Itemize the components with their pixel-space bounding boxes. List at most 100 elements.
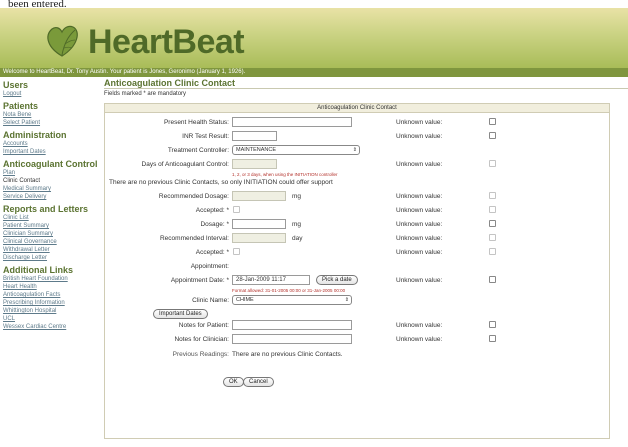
sidebar-item-logout[interactable]: Logout [3,90,101,98]
appointment-date-input[interactable]: 28-Jan-2009 11:17 [232,275,310,285]
form-header: Anticoagulation Clinic Contact [105,104,609,113]
sidebar-item-whittington-hospital[interactable]: Whittington Hospital [3,307,101,315]
sidebar-item-accounts[interactable]: Accounts [3,140,101,148]
sidebar-item-select-patient[interactable]: Select Patient [3,119,101,127]
unknown-label: Unknown value: [396,249,443,256]
unknown-label: Unknown value: [396,322,443,329]
unknown-label: Unknown value: [396,336,443,343]
sidebar-section-title: Reports and Letters [3,204,89,214]
unknown-checkbox-present-health[interactable] [489,118,496,125]
sidebar-section-title: Anticoagulant Control [3,159,98,169]
row-previous-readings: Previous Readings: There are no previous… [105,348,611,361]
accepted-dosage-label: Accepted: * [195,207,229,214]
sidebar-item-ucl[interactable]: UCL [3,315,101,323]
notes-clinician-label: Notes for Clinician: [174,336,229,343]
inr-input[interactable] [232,131,277,141]
row-inr: INR Test Result: Unknown value: [105,130,611,143]
sidebar-section-title: Administration [3,130,67,140]
row-recommended-dosage: Recommended Dosage: mg Unknown value: [105,190,611,203]
accepted-interval-label: Accepted: * [195,249,229,256]
unknown-checkbox-accepted-dosage[interactable] [489,206,496,213]
sidebar-item-heart-health[interactable]: Heart Health [3,283,101,291]
treatment-controller-label: Treatment Controller: [167,147,229,154]
appointment-date-label: Appointment Date: * [170,277,229,284]
sidebar-section-links: Additional Links British Heart Foundatio… [3,265,101,331]
pick-a-date-button[interactable]: Pick a date [316,275,358,285]
sidebar-section-anticoagulant: Anticoagulant Control Plan Clinic Contac… [3,159,101,201]
app-logo-text: HeartBeat [88,23,245,61]
treatment-controller-select[interactable]: MAINTENANCE ⇕ [232,145,360,155]
unknown-checkbox-appointment-date[interactable] [489,276,496,283]
days-control-label: Days of Anticoagulant Control: [141,161,229,168]
sidebar-section-administration: Administration Accounts Important Dates [3,130,101,156]
unknown-label: Unknown value: [396,161,443,168]
unknown-checkbox-notes-patient[interactable] [489,321,496,328]
sidebar-item-anticoagulation-facts[interactable]: Anticoagulation Facts [3,291,101,299]
days-hint: 1, 2, or 3 days, when using the INITIATI… [232,172,338,177]
row-present-health: Present Health Status: Unknown value: [105,116,611,129]
present-health-input[interactable] [232,117,352,127]
cancel-button[interactable]: Cancel [243,377,274,387]
notes-patient-input[interactable] [232,320,352,330]
unknown-checkbox-notes-clinician[interactable] [489,335,496,342]
sidebar-item-withdrawal-letter[interactable]: Withdrawal Letter [3,246,101,254]
clinic-contact-form: Anticoagulation Clinic Contact Present H… [104,103,610,439]
clinic-name-select[interactable]: CHIME ⇕ [232,295,352,305]
accepted-interval-checkbox[interactable] [233,248,240,255]
select-arrows-icon: ⇕ [352,147,357,153]
unknown-label: Unknown value: [396,133,443,140]
heart-leaf-logo-icon [47,25,78,57]
sidebar-item-prescribing-information[interactable]: Prescribing Information [3,299,101,307]
sidebar-item-british-heart-foundation[interactable]: British Heart Foundation [3,275,101,283]
previous-readings-value: There are no previous Clinic Contacts. [232,351,343,358]
notes-clinician-input[interactable] [232,334,352,344]
sidebar-section-patients: Patients Nota Bene Select Patient [3,101,101,127]
sidebar-item-patient-summary[interactable]: Patient Summary [3,222,101,230]
sidebar-item-discharge-letter[interactable]: Discharge Letter [3,254,101,262]
days-control-input[interactable] [232,159,277,169]
accepted-dosage-checkbox[interactable] [233,206,240,213]
inr-label: INR Test Result: [182,133,229,140]
recommended-interval-label: Recommended Interval: [159,235,229,242]
sidebar-item-wessex-cardiac-centre[interactable]: Wessex Cardiac Centre [3,323,101,331]
recommended-dosage-input[interactable] [232,191,286,201]
treatment-controller-value: MAINTENANCE [236,147,277,153]
recommended-interval-input[interactable] [232,233,286,243]
unknown-label: Unknown value: [396,221,443,228]
unknown-checkbox-recommended-dosage[interactable] [489,192,496,199]
sidebar-item-nota-bene[interactable]: Nota Bene [3,111,101,119]
sidebar: Users Logout Patients Nota Bene Select P… [0,78,101,447]
sidebar-item-clinic-contact[interactable]: Clinic Contact [3,177,101,185]
date-format-hint: Format allowed: 31-01-2005 00:00 or 31-J… [232,288,346,293]
dosage-input[interactable] [232,219,286,229]
page-title: Anticoagulation Clinic Contact [104,78,628,89]
sidebar-item-clinician-summary[interactable]: Clinician Summary [3,230,101,238]
sidebar-section-title: Patients [3,101,39,111]
row-recommended-interval: Recommended Interval: day Unknown value: [105,232,611,245]
row-days-control: Days of Anticoagulant Control: Unknown v… [105,158,611,171]
dosage-label: Dosage: * [200,221,229,228]
row-accepted-dosage: Accepted: * Unknown value: [105,204,611,217]
unknown-label: Unknown value: [396,193,443,200]
dosage-unit: mg [292,221,302,228]
sidebar-item-clinical-governance[interactable]: Clinical Governance [3,238,101,246]
mandatory-note: Fields marked * are mandatory [104,91,187,97]
present-health-label: Present Health Status: [163,119,229,126]
sidebar-item-medical-summary[interactable]: Medical Summary [3,185,101,193]
appointment-label: Appointment: [190,263,229,270]
important-dates-button[interactable]: Important Dates [153,309,208,319]
sidebar-item-clinic-list[interactable]: Clinic List [3,214,101,222]
sidebar-item-service-delivery[interactable]: Service Delivery [3,193,101,201]
unknown-checkbox-dosage[interactable] [489,220,496,227]
ok-button[interactable]: OK [223,377,244,387]
row-accepted-interval: Accepted: * Unknown value: [105,246,611,259]
unknown-checkbox-inr[interactable] [489,132,496,139]
unknown-checkbox-recommended-interval[interactable] [489,234,496,241]
sidebar-section-title: Additional Links [3,265,74,275]
sidebar-item-plan[interactable]: Plan [3,169,101,177]
sidebar-section-title: Users [3,80,29,90]
unknown-checkbox-accepted-interval[interactable] [489,248,496,255]
sidebar-item-important-dates[interactable]: Important Dates [3,148,101,156]
unknown-checkbox-days-control[interactable] [489,160,496,167]
app-header: HeartBeat [0,8,628,68]
